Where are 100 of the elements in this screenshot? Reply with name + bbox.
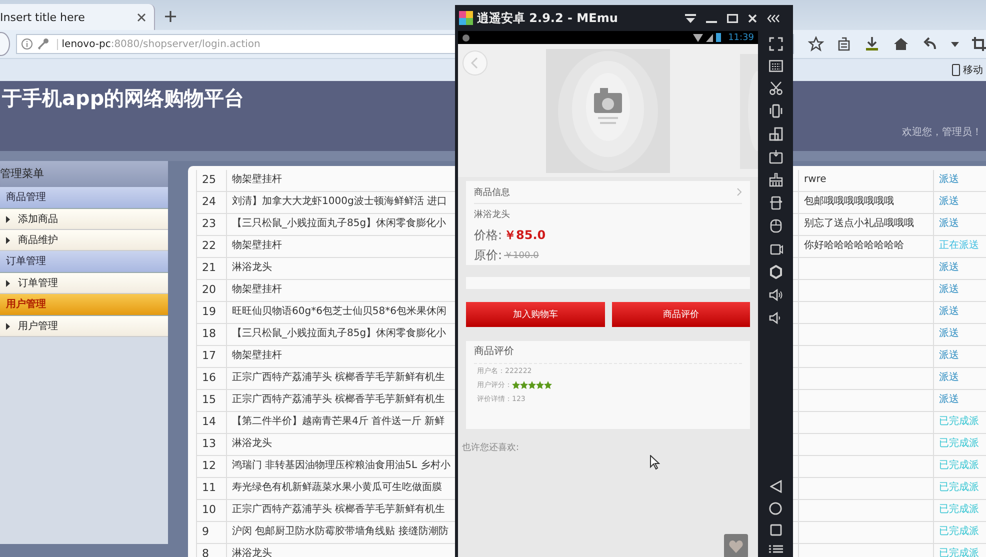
mouse-icon[interactable] [770, 219, 782, 233]
star-icon[interactable] [808, 36, 824, 52]
heart-icon [729, 540, 743, 552]
nav-back-icon[interactable] [770, 480, 782, 493]
scissors-icon[interactable] [768, 81, 782, 95]
caret-icon[interactable] [951, 42, 959, 46]
menu-item[interactable]: 添加商品 [0, 209, 168, 230]
info-icon[interactable] [20, 38, 33, 50]
recommend-heading: 也许您还喜欢: [462, 442, 520, 454]
reader-icon[interactable] [837, 37, 851, 51]
review-title: 商品评价 [474, 341, 742, 364]
menu-group[interactable]: 用户管理 [0, 294, 168, 316]
fullscreen-icon[interactable] [768, 37, 782, 51]
status-link[interactable]: 派送 [939, 196, 959, 207]
table-cell: 15 [196, 390, 226, 411]
table-cell: 16 [196, 368, 226, 389]
triangle-icon [6, 322, 10, 330]
table-cell: 你好哈哈哈哈哈哈哈哈 [798, 236, 933, 257]
phone-icon [952, 64, 960, 76]
status-link[interactable]: 已完成派 [939, 482, 979, 493]
table-cell: 10 [196, 500, 226, 521]
status-link[interactable]: 已完成派 [939, 438, 979, 449]
status-link[interactable]: 派送 [939, 328, 959, 339]
status-link[interactable]: 派送 [939, 174, 959, 185]
table-cell: 8 [196, 544, 226, 557]
keyboard-icon[interactable] [768, 60, 782, 72]
site-title: 于手机app的网络购物平台 [2, 85, 244, 112]
volume-up-icon[interactable] [768, 288, 782, 302]
welcome-text: 欢迎您，管理员！ [902, 126, 982, 139]
app-logo-icon [459, 11, 473, 25]
table-cell: 别忘了送点小礼品哦哦哦 [798, 214, 933, 235]
battery-icon [716, 33, 722, 42]
triangle-icon [6, 216, 10, 222]
table-cell: 包邮哦哦哦哦哦哦哦 [798, 192, 933, 213]
menu-item[interactable]: 用户管理 [0, 316, 168, 337]
table-cell: 20 [196, 280, 226, 301]
clock-text: 11:39 [728, 32, 754, 42]
wifi-icon [693, 34, 704, 42]
browser-tab[interactable]: Insert title here [0, 4, 155, 30]
chevron-icon [737, 188, 742, 196]
new-tab-icon[interactable] [165, 11, 176, 22]
notification-icon [462, 34, 470, 42]
status-link[interactable]: 派送 [939, 350, 959, 361]
maximize-icon[interactable] [727, 14, 738, 22]
key-icon [36, 38, 49, 50]
menu-group[interactable]: 商品管理 [0, 187, 168, 209]
table-cell: rwre [798, 170, 933, 191]
tab-title: Insert title here [0, 10, 85, 24]
action-button[interactable]: 加入购物车 [466, 302, 604, 327]
table-cell: 19 [196, 302, 226, 323]
table-cell: 12 [196, 456, 226, 477]
menu-icon[interactable] [768, 545, 782, 553]
table-cell: 22 [196, 236, 226, 257]
status-link[interactable]: 派送 [939, 394, 959, 405]
menu-item[interactable]: 商品维护 [0, 230, 168, 251]
table-cell: 11 [196, 478, 226, 499]
settings-icon[interactable] [768, 265, 782, 279]
record-icon[interactable] [768, 242, 782, 256]
home-icon[interactable] [893, 36, 909, 52]
apk-icon[interactable] [768, 150, 782, 164]
crop-icon[interactable] [972, 37, 986, 51]
rotate-icon[interactable] [768, 127, 782, 141]
shake-icon[interactable] [768, 104, 782, 118]
status-link[interactable]: 已完成派 [939, 504, 979, 515]
status-link[interactable]: 派送 [939, 284, 959, 295]
triangle-icon [6, 280, 10, 286]
status-link[interactable]: 派送 [939, 218, 959, 229]
url-text: lenovo-pc:8080/shopserver/login.action [56, 38, 260, 50]
window-title: 逍遥安卓 2.9.2 - MEmu [477, 10, 618, 26]
table-cell: 9 [196, 522, 226, 543]
section-header[interactable]: 商品信息 [474, 181, 742, 204]
table-cell: 13 [196, 434, 226, 455]
undo-icon[interactable] [922, 36, 938, 52]
bookmark-item[interactable]: 移动 [952, 63, 983, 77]
broom-icon[interactable] [768, 173, 782, 187]
cursor-icon [650, 455, 660, 470]
table-cell: 14 [196, 412, 226, 433]
nav-home-icon[interactable] [769, 502, 782, 515]
table-cell: 25 [196, 170, 226, 191]
action-button[interactable]: 商品评价 [612, 302, 750, 327]
status-link[interactable]: 已完成派 [939, 548, 979, 557]
volume-down-icon[interactable] [768, 311, 782, 325]
nav-recents-icon[interactable] [770, 524, 782, 536]
menu-item[interactable]: 订单管理 [0, 273, 168, 294]
status-link[interactable]: 已完成派 [939, 460, 979, 471]
dropdown-icon[interactable] [685, 14, 696, 22]
status-link[interactable]: 派送 [939, 262, 959, 273]
close-icon[interactable] [137, 12, 146, 22]
download-icon[interactable] [864, 36, 880, 52]
status-link[interactable]: 正在派送 [939, 240, 979, 251]
signal-icon [706, 34, 714, 42]
menu-group[interactable]: 订单管理 [0, 251, 168, 273]
collapse-icon[interactable] [767, 14, 781, 22]
status-link[interactable]: 派送 [939, 306, 959, 317]
table-cell: 24 [196, 192, 226, 213]
status-link[interactable]: 已完成派 [939, 526, 979, 537]
table-cell: 23 [196, 214, 226, 235]
status-link[interactable]: 派送 [939, 372, 959, 383]
status-link[interactable]: 已完成派 [939, 416, 979, 427]
transfer-icon[interactable] [768, 196, 782, 210]
